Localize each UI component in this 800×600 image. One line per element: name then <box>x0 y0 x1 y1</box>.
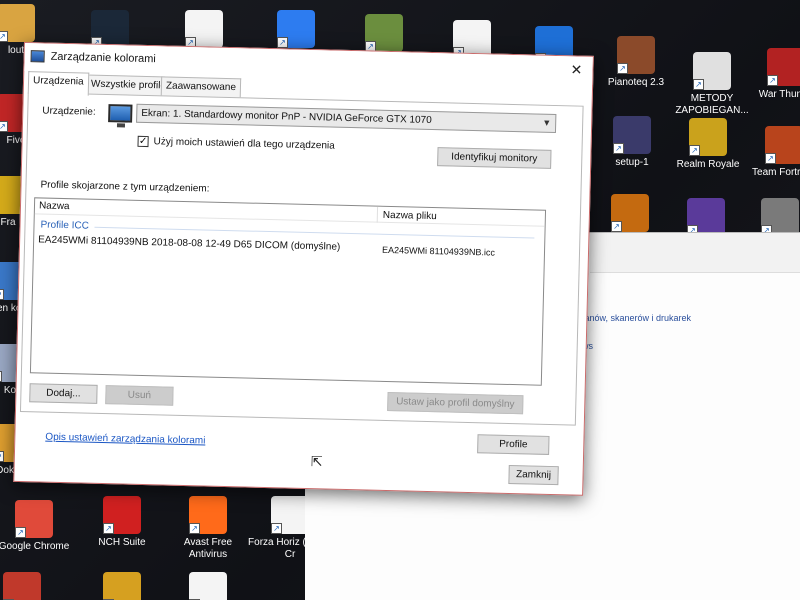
desktop-shortcut-label: Avast Free Antivirus <box>183 537 233 560</box>
app-icon: ↗ <box>761 198 799 236</box>
shortcut-arrow-icon: ↗ <box>271 523 282 534</box>
device-select-value: Ekran: 1. Standardowy monitor PnP - NVID… <box>141 107 432 126</box>
desktop-shortcut-label: War Thunde <box>758 89 800 100</box>
column-header-name[interactable]: Nazwa <box>39 200 70 212</box>
background-window-header <box>590 233 800 273</box>
column-header-filename[interactable]: Nazwa pliku <box>383 210 437 222</box>
column-divider <box>376 206 379 223</box>
set-default-profile-button[interactable]: Ustaw jako profil domyślny <box>387 391 524 415</box>
identify-monitors-button[interactable]: Identyfikuj monitory <box>437 147 552 169</box>
device-select[interactable]: Ekran: 1. Standardowy monitor PnP - NVID… <box>136 103 557 134</box>
shortcut-arrow-icon: ↗ <box>613 143 624 154</box>
shortcut-arrow-icon: ↗ <box>693 79 704 90</box>
profile-button[interactable]: Profile <box>477 434 550 455</box>
remove-button[interactable]: Usuń <box>105 385 174 406</box>
desktop-shortcut-label: Realm Royale <box>676 159 740 170</box>
color-management-icon <box>30 50 45 63</box>
desktop-shortcut[interactable]: ↗ Realm Royale <box>666 118 750 171</box>
desktop-shortcut[interactable]: ↗ Pianoteq 2.3 <box>594 36 678 89</box>
app-icon: ↗ <box>103 496 141 534</box>
shortcut-arrow-icon: ↗ <box>689 145 700 156</box>
desktop-shortcut[interactable]: ↗ Avast Free Antivirus <box>166 496 250 561</box>
app-icon: ↗ <box>767 48 800 86</box>
app-icon: ↗ <box>611 194 649 232</box>
tab-devices[interactable]: Urządzenia <box>27 71 89 96</box>
app-icon: ↗ <box>15 500 53 538</box>
monitor-icon <box>108 104 133 123</box>
desktop-shortcut[interactable]: ↗ setup-1 <box>590 116 674 169</box>
shortcut-arrow-icon: ↗ <box>765 153 776 164</box>
close-button[interactable]: Zamknij <box>508 464 559 486</box>
desktop-shortcut[interactable]: ↗ Google Chrome <box>0 500 76 553</box>
app-icon: ↗ <box>91 10 129 48</box>
shortcut-arrow-icon: ↗ <box>0 121 8 132</box>
list-item[interactable]: EA245WMi 81104939NB 2018-08-08 12-49 D65… <box>34 234 544 262</box>
mouse-cursor-icon: ⇱ <box>310 453 323 470</box>
app-icon: ↗ <box>3 572 41 600</box>
desktop-shortcut[interactable]: ↗ <box>588 194 672 235</box>
background-window-text-1: kranów, skanerów i drukarek <box>577 313 692 323</box>
desktop-shortcut-label: Google Chrome <box>0 541 70 552</box>
color-management-dialog: Zarządzanie kolorami ✕ Urządzenia Wszyst… <box>13 42 594 496</box>
profile-name: EA245WMi 81104939NB 2018-08-08 12-49 D65… <box>38 234 341 253</box>
desktop-shortcut[interactable]: ↗ <box>0 572 64 600</box>
device-label: Urządzenie: <box>42 105 96 118</box>
dialog-title: Zarządzanie kolorami <box>50 50 156 66</box>
desktop-shortcut[interactable]: ↗ <box>80 572 164 600</box>
shortcut-arrow-icon: ↗ <box>15 527 26 538</box>
shortcut-arrow-icon: ↗ <box>189 523 200 534</box>
use-my-settings-label: Użyj moich ustawień dla tego urządzenia <box>153 136 335 152</box>
shortcut-arrow-icon: ↗ <box>0 451 4 462</box>
use-my-settings-checkbox[interactable]: ✓ <box>137 135 149 148</box>
shortcut-arrow-icon: ↗ <box>103 523 114 534</box>
shortcut-arrow-icon: ↗ <box>617 63 628 74</box>
app-icon: ↗ <box>689 118 727 156</box>
shortcut-arrow-icon: ↗ <box>767 75 778 86</box>
app-icon: ↗ <box>189 572 227 600</box>
profiles-list[interactable]: Nazwa Nazwa pliku Profile ICC EA245WMi 8… <box>29 197 547 469</box>
devices-panel: Urządzenie: Ekran: 1. Standardowy monito… <box>19 92 584 469</box>
app-icon: ↗ <box>271 496 309 534</box>
app-icon: ↗ <box>365 14 403 52</box>
close-icon[interactable]: ✕ <box>564 59 588 80</box>
add-button[interactable]: Dodaj... <box>29 383 98 404</box>
app-icon: ↗ <box>277 10 315 48</box>
desktop-shortcut-label: NCH Suite <box>98 537 146 548</box>
shortcut-arrow-icon: ↗ <box>277 37 288 48</box>
shortcut-arrow-icon: ↗ <box>0 289 4 300</box>
app-icon: ↗ <box>687 198 725 236</box>
group-header-icc: Profile ICC <box>40 219 90 232</box>
app-icon: ↗ <box>613 116 651 154</box>
associated-profiles-label: Profile skojarzone z tym urządzeniem: <box>40 179 210 195</box>
shortcut-arrow-icon: ↗ <box>0 31 8 42</box>
app-icon: ↗ <box>0 4 35 42</box>
desktop-shortcut[interactable]: ↗ NCH Suite <box>80 496 164 549</box>
desktop-shortcut[interactable]: ↗ <box>166 572 250 600</box>
desktop-shortcut-label: Pianoteq 2.3 <box>607 77 665 88</box>
desktop-shortcut-label: setup-1 <box>615 157 649 168</box>
desktop-shortcut-label: METODY ZAPOBIEGAN... <box>675 93 749 116</box>
profile-filename: EA245WMi 81104939NB.icc <box>381 244 496 258</box>
desktop-shortcut-label: Team Fortress <box>752 167 800 178</box>
app-icon: ↗ <box>693 52 731 90</box>
desktop-shortcut[interactable]: ↗ <box>254 10 338 51</box>
app-icon: ↗ <box>189 496 227 534</box>
app-icon: ↗ <box>617 36 655 74</box>
list-header: Nazwa Nazwa pliku <box>34 198 546 227</box>
chevron-down-icon: ▼ <box>542 117 552 128</box>
app-icon: ↗ <box>185 10 223 48</box>
shortcut-arrow-icon: ↗ <box>0 371 2 382</box>
app-icon: ↗ <box>765 126 800 164</box>
desktop-shortcut[interactable]: ↗ Team Fortress <box>742 126 800 179</box>
app-icon: ↗ <box>103 572 141 600</box>
shortcut-arrow-icon: ↗ <box>611 221 622 232</box>
desktop-shortcut[interactable]: ↗ War Thunde <box>744 48 800 101</box>
desktop-shortcut[interactable]: ↗ METODY ZAPOBIEGAN... <box>670 52 754 117</box>
help-link[interactable]: Opis ustawień zarządzania kolorami <box>45 432 205 447</box>
